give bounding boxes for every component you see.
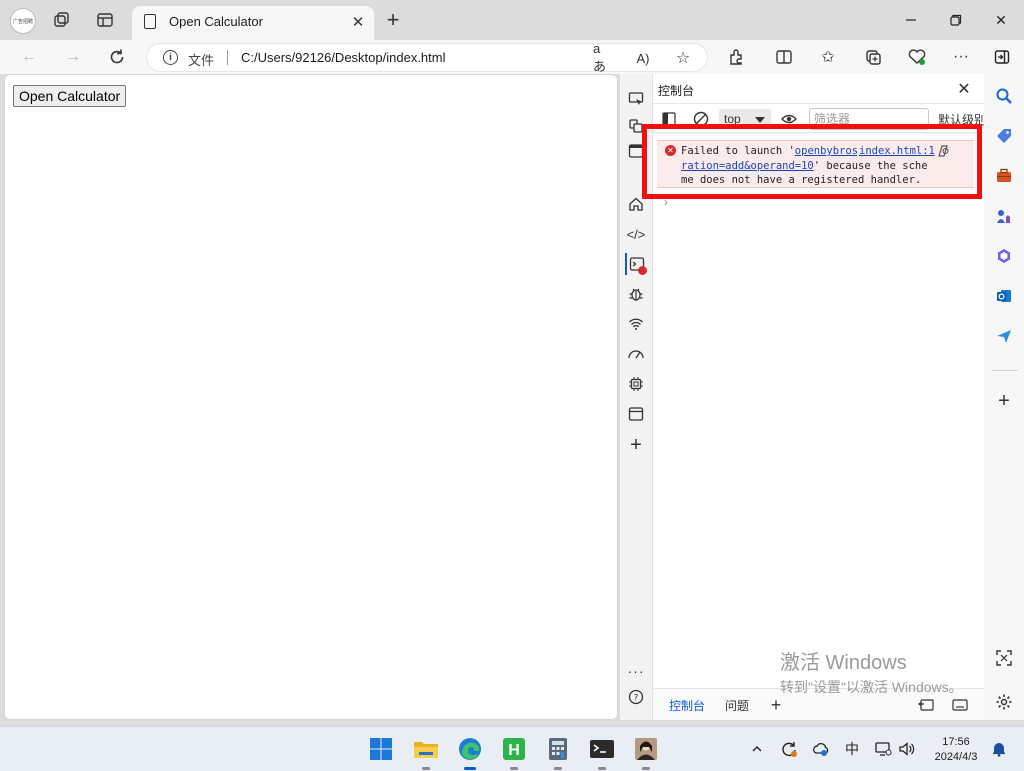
application-icon[interactable] <box>625 403 647 425</box>
address-bar[interactable]: i 文件 C:/Users/92126/Desktop/index.html a… <box>146 41 708 74</box>
running-indicator <box>422 767 430 770</box>
windows-taskbar: H 中 17:56 2024/4/3 <box>0 726 1024 771</box>
tab-open-calculator[interactable]: Open Calculator ✕ <box>132 6 374 40</box>
notification-bell-icon[interactable] <box>990 740 1008 758</box>
restore-button[interactable] <box>941 8 971 32</box>
elements-icon[interactable]: </> <box>625 223 647 245</box>
title-bar: 广告招聘 Open Calculator ✕ + ✕ <box>0 0 1024 40</box>
vertical-tabs-icon[interactable] <box>95 10 115 30</box>
favorites-icon[interactable]: ✩ <box>816 45 840 69</box>
drawer-tab-console[interactable]: 控制台 <box>669 697 705 714</box>
devtools-panel-title: 控制台 <box>658 84 695 98</box>
performance-gauge-icon[interactable] <box>625 343 647 365</box>
favorite-star-icon[interactable]: ☆ <box>673 49 693 67</box>
edge-sidebar: + <box>984 74 1024 720</box>
help-icon[interactable]: ? <box>625 686 647 708</box>
games-chess-icon[interactable] <box>992 204 1016 228</box>
screenshot-capture-icon[interactable] <box>992 646 1016 670</box>
watermark-line-1: 激活 Windows <box>780 652 907 674</box>
windows-activation-watermark: 激活 Windows 转到"设置"以激活 Windows。 <box>780 646 963 697</box>
navigation-bar: ← → i 文件 C:/Users/92126/Desktop/index.ht… <box>0 40 1024 74</box>
extensions-icon[interactable] <box>724 45 748 69</box>
volume-icon[interactable] <box>898 740 916 758</box>
refresh-icon[interactable] <box>105 45 129 69</box>
onedrive-cloud-icon[interactable] <box>812 740 830 758</box>
customize-more-icon[interactable]: ··· <box>625 660 647 682</box>
search-icon[interactable] <box>992 84 1016 108</box>
network-monitor-icon[interactable] <box>874 740 892 758</box>
watermark-line-2: 转到"设置"以激活 Windows。 <box>780 679 963 695</box>
new-tab-button[interactable]: + <box>382 9 404 32</box>
minimize-button[interactable] <box>896 8 926 32</box>
read-aloud-icon[interactable]: A) <box>633 49 653 67</box>
close-window-button[interactable]: ✕ <box>986 8 1016 32</box>
console-icon[interactable] <box>625 253 647 275</box>
file-explorer-icon[interactable] <box>412 735 440 770</box>
memory-chip-icon[interactable] <box>625 373 647 395</box>
error-indicator <box>638 266 647 275</box>
device-emulation-icon[interactable] <box>625 88 647 110</box>
console-prompt-caret[interactable]: › <box>664 195 668 209</box>
sources-bug-icon[interactable] <box>625 283 647 305</box>
workspaces-icon[interactable] <box>52 10 72 30</box>
clock-time: 17:56 <box>942 736 970 748</box>
shopping-tag-icon[interactable] <box>992 124 1016 148</box>
translate-icon[interactable]: aあ <box>593 41 613 74</box>
settings-gear-icon[interactable] <box>992 690 1016 714</box>
devtools-header: 控制台 ✕ <box>653 74 984 104</box>
profile-avatar[interactable]: 广告招聘 <box>10 8 36 34</box>
more-tools-plus-icon[interactable]: + <box>625 434 647 456</box>
split-screen-icon[interactable] <box>772 45 796 69</box>
add-sidebar-app-icon[interactable]: + <box>992 389 1016 413</box>
drawer-dock-icon[interactable] <box>917 697 935 713</box>
document-icon <box>144 14 156 29</box>
active-indicator <box>464 767 476 770</box>
running-indicator <box>642 767 650 770</box>
sidebar-divider <box>992 370 1018 371</box>
add-drawer-tab-icon[interactable]: + <box>767 695 785 715</box>
edge-browser-icon[interactable] <box>456 735 484 770</box>
hbuilder-icon[interactable]: H <box>500 735 528 770</box>
running-indicator <box>554 767 562 770</box>
tab-title: Open Calculator <box>169 14 263 29</box>
drawer-tab-issues[interactable]: 问题 <box>725 697 749 714</box>
page-viewport: Open Calculator <box>4 74 618 720</box>
scheme-label: 文件 <box>188 53 215 68</box>
info-icon[interactable]: i <box>163 50 178 65</box>
calculator-icon[interactable] <box>544 735 572 770</box>
send-drop-icon[interactable] <box>992 324 1016 348</box>
open-calculator-button[interactable]: Open Calculator <box>13 85 127 107</box>
address-divider <box>227 50 228 65</box>
tools-briefcase-icon[interactable] <box>992 164 1016 188</box>
photo-app-icon[interactable] <box>632 735 660 770</box>
browser-essentials-icon[interactable] <box>905 45 929 69</box>
svg-text:H: H <box>508 742 520 759</box>
close-tab-icon[interactable]: ✕ <box>348 12 368 32</box>
terminal-icon[interactable] <box>588 735 616 770</box>
running-indicator <box>598 767 606 770</box>
address-url[interactable]: C:/Users/92126/Desktop/index.html <box>241 50 445 65</box>
microsoft-365-icon[interactable] <box>992 244 1016 268</box>
system-clock[interactable]: 17:56 2024/4/3 <box>928 735 984 765</box>
collections-icon[interactable] <box>861 45 885 69</box>
close-devtools-icon[interactable]: ✕ <box>954 79 974 99</box>
sync-icon[interactable] <box>780 740 798 758</box>
clock-date: 2024/4/3 <box>934 751 978 763</box>
forward-arrow-icon[interactable]: → <box>61 45 85 69</box>
profile-label: 广告招聘 <box>12 18 33 25</box>
network-wifi-icon[interactable] <box>625 313 647 335</box>
svg-text:?: ? <box>634 694 639 704</box>
outlook-icon[interactable] <box>992 284 1016 308</box>
drawer-collapse-icon[interactable] <box>951 697 969 713</box>
running-indicator <box>510 767 518 770</box>
back-arrow-icon[interactable]: ← <box>17 45 41 69</box>
start-windows-icon[interactable] <box>367 735 395 763</box>
more-options-icon[interactable]: ··· <box>949 45 973 69</box>
ime-indicator[interactable]: 中 <box>843 740 861 758</box>
sidebar-toggle-icon[interactable] <box>990 45 1014 69</box>
tray-chevron-up-icon[interactable] <box>748 740 766 758</box>
error-highlight-box <box>642 124 982 199</box>
